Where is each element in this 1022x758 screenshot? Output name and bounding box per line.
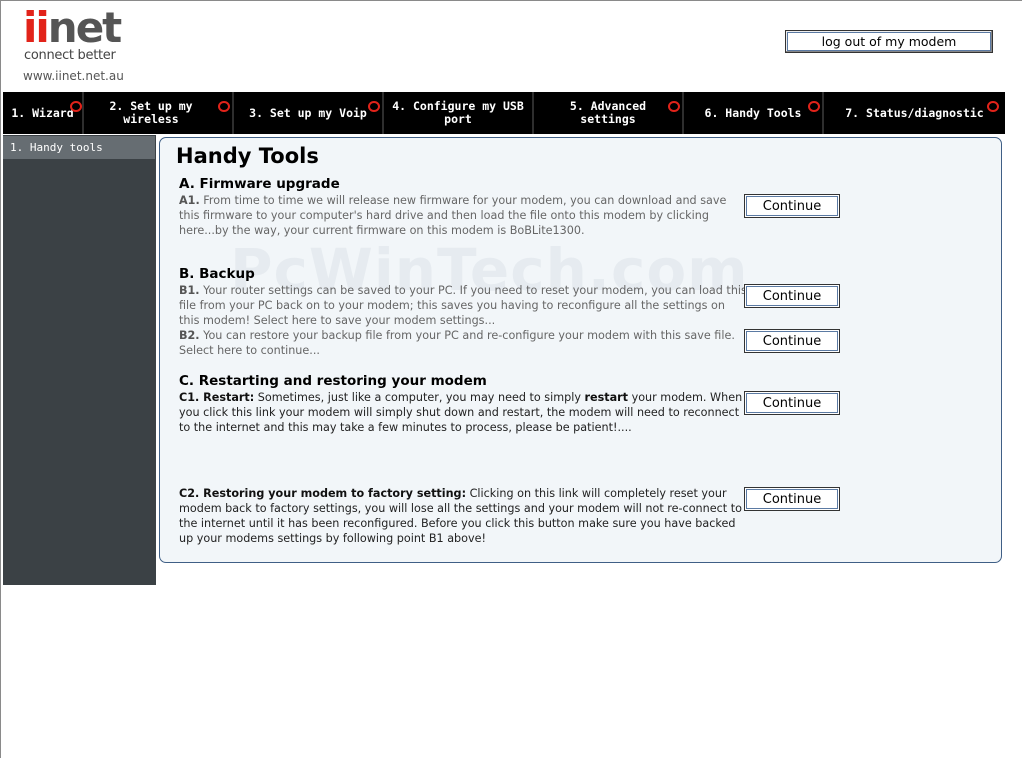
- section-title-firmware: A. Firmware upgrade: [179, 176, 340, 192]
- section-title-backup: B. Backup: [179, 266, 255, 282]
- factory-reset-button[interactable]: Continue: [744, 487, 840, 511]
- nav-item-wireless[interactable]: 2. Set up my wireless: [84, 92, 234, 134]
- logo-tagline: connect better: [24, 48, 116, 63]
- sidebar: 1. Handy tools: [3, 135, 156, 585]
- nav-item-handy-tools[interactable]: 6. Handy Tools: [684, 92, 824, 134]
- logout-button[interactable]: log out of my modem: [785, 30, 993, 53]
- logo-wordmark: iinet: [23, 3, 122, 52]
- nav-item-usb[interactable]: 4. Configure my USB port: [384, 92, 534, 134]
- firmware-description: A1. From time to time we will release ne…: [179, 194, 727, 237]
- nav-item-advanced[interactable]: 5. Advanced settings: [534, 92, 684, 134]
- status-dot-icon: [218, 101, 230, 112]
- restore-backup-description: B2. You can restore your backup file fro…: [179, 329, 735, 357]
- content-panel: PcWinTech.com Handy Tools A. Firmware up…: [159, 137, 1002, 563]
- site-url: www.iinet.net.au: [23, 69, 124, 83]
- status-dot-icon: [368, 101, 380, 112]
- status-dot-icon: [808, 101, 820, 112]
- restart-description: C1. Restart: Sometimes, just like a comp…: [179, 391, 743, 434]
- status-dot-icon: [668, 101, 680, 112]
- section-title-restart: C. Restarting and restoring your modem: [179, 373, 487, 389]
- firmware-upgrade-button[interactable]: Continue: [744, 194, 840, 218]
- backup-description: B1. Your router settings can be saved to…: [179, 284, 747, 327]
- restore-backup-button[interactable]: Continue: [744, 329, 840, 353]
- status-dot-icon: [987, 101, 999, 112]
- sidebar-item-handy-tools[interactable]: 1. Handy tools: [3, 136, 155, 159]
- status-dot-icon: [70, 101, 82, 112]
- nav-item-wizard[interactable]: 1. Wizard: [3, 92, 84, 134]
- backup-save-button[interactable]: Continue: [744, 284, 840, 308]
- factory-reset-description: C2. Restoring your modem to factory sett…: [179, 487, 742, 545]
- nav-item-status[interactable]: 7. Status/diagnostic: [824, 92, 1005, 134]
- nav-item-voip[interactable]: 3. Set up my Voip: [234, 92, 384, 134]
- restart-button[interactable]: Continue: [744, 391, 840, 415]
- page-title: Handy Tools: [176, 144, 319, 168]
- main-nav: 1. Wizard 2. Set up my wireless 3. Set u…: [3, 92, 1005, 134]
